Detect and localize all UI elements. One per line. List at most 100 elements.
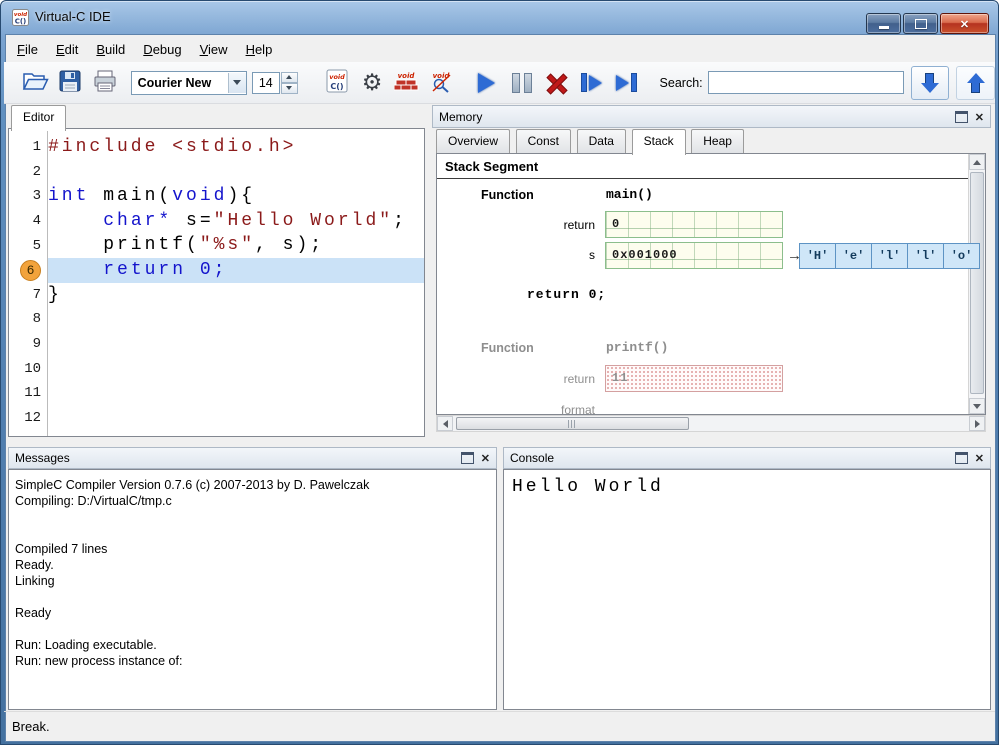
close-panel-icon[interactable] xyxy=(481,451,490,465)
message-line: Compiling: D:/VirtualC/tmp.c xyxy=(15,493,490,509)
titlebar[interactable]: voidC() Virtual-C IDE xyxy=(1,1,998,34)
gutter-line[interactable]: 7 xyxy=(9,283,47,308)
line-number: 12 xyxy=(24,410,41,426)
gutter-line[interactable]: 11 xyxy=(9,381,47,406)
editor-tab-row: Editor xyxy=(11,105,68,131)
editor-code[interactable]: #include <stdio.h> int main(void){ char* … xyxy=(48,129,424,436)
function-name-main: main() xyxy=(606,187,653,202)
gutter-line[interactable]: 1 xyxy=(9,135,47,160)
stack-segment-title: Stack Segment xyxy=(445,159,538,174)
menu-debug[interactable]: Debug xyxy=(134,38,190,61)
tab-const[interactable]: Const xyxy=(516,129,571,153)
float-panel-icon[interactable] xyxy=(461,452,474,464)
code-line[interactable] xyxy=(48,307,424,332)
memory-vertical-scrollbar[interactable] xyxy=(968,154,985,414)
step-over-button[interactable] xyxy=(609,66,644,100)
gutter-line[interactable]: 6 xyxy=(9,258,47,283)
close-panel-icon[interactable] xyxy=(975,110,984,124)
line-number: 3 xyxy=(33,188,41,204)
code-line[interactable]: int main(void){ xyxy=(48,184,424,209)
open-file-button[interactable] xyxy=(18,66,53,100)
console-panel-header[interactable]: Console xyxy=(503,447,991,469)
maximize-icon xyxy=(915,19,927,29)
console-output-area[interactable]: Hello World xyxy=(503,469,991,710)
check-syntax-button[interactable]: void xyxy=(424,66,459,100)
search-input[interactable] xyxy=(708,71,904,94)
gutter-line[interactable]: 8 xyxy=(9,307,47,332)
gutter-line[interactable]: 2 xyxy=(9,160,47,185)
vertical-scroll-thumb[interactable] xyxy=(970,172,984,394)
menu-help[interactable]: Help xyxy=(237,38,282,61)
memory-horizontal-scrollbar[interactable] xyxy=(436,415,986,432)
bar-play-icon xyxy=(581,73,602,92)
function-label: Function xyxy=(481,188,534,202)
code-line[interactable] xyxy=(48,406,424,431)
combo-dropdown-icon[interactable] xyxy=(228,73,246,93)
app-logo-icon: voidC() xyxy=(12,9,29,26)
close-button[interactable] xyxy=(940,13,989,34)
build-settings-button[interactable] xyxy=(355,66,390,100)
editor-gutter[interactable]: 123456789101112 xyxy=(9,129,48,436)
code-editor[interactable]: 123456789101112 #include <stdio.h>int ma… xyxy=(8,128,425,437)
code-token: , s); xyxy=(255,235,324,255)
print-button[interactable] xyxy=(88,66,123,100)
line-number: 1 xyxy=(33,139,41,155)
code-line[interactable] xyxy=(48,332,424,357)
gutter-line[interactable]: 10 xyxy=(9,356,47,381)
float-panel-icon[interactable] xyxy=(955,452,968,464)
run-button[interactable] xyxy=(469,66,504,100)
tab-heap[interactable]: Heap xyxy=(691,129,744,153)
gutter-line[interactable]: 3 xyxy=(9,184,47,209)
font-family-combo[interactable]: Courier New xyxy=(131,71,247,95)
float-panel-icon[interactable] xyxy=(955,111,968,123)
font-size-spinner[interactable]: 14 xyxy=(252,72,298,94)
minimize-button[interactable] xyxy=(866,13,901,34)
maximize-button[interactable] xyxy=(903,13,938,34)
console-output: Hello World xyxy=(512,477,664,497)
search-up-button[interactable] xyxy=(956,66,995,100)
font-size-up-icon[interactable] xyxy=(281,72,298,83)
scroll-left-icon[interactable] xyxy=(437,416,453,431)
step-button[interactable] xyxy=(574,66,609,100)
code-line[interactable]: printf("%s", s); xyxy=(48,233,424,258)
code-line[interactable]: char* s="Hello World"; xyxy=(48,209,424,234)
compile-button[interactable]: voidC() xyxy=(320,66,355,100)
messages-output[interactable]: SimpleC Compiler Version 0.7.6 (c) 2007-… xyxy=(8,469,497,710)
code-line[interactable]: return 0; xyxy=(48,258,424,283)
save-file-button[interactable] xyxy=(53,66,88,100)
code-line[interactable] xyxy=(48,160,424,185)
memory-cell: 'o' xyxy=(943,243,980,269)
menu-build[interactable]: Build xyxy=(87,38,134,61)
gutter-line[interactable]: 4 xyxy=(9,209,47,234)
menu-view[interactable]: View xyxy=(191,38,237,61)
code-line[interactable]: } xyxy=(48,283,424,308)
search-down-button[interactable] xyxy=(911,66,950,100)
tab-stack[interactable]: Stack xyxy=(632,129,686,155)
memory-panel-header[interactable]: Memory xyxy=(432,105,991,128)
code-line[interactable] xyxy=(48,381,424,406)
svg-text:C(): C() xyxy=(331,82,344,91)
code-token: return 0; xyxy=(103,260,227,280)
gutter-line[interactable]: 9 xyxy=(9,332,47,357)
stack-view: Stack Segment Function main() return 0 s… xyxy=(436,153,986,415)
scroll-up-icon[interactable] xyxy=(969,154,985,170)
scroll-down-icon[interactable] xyxy=(969,398,985,414)
tab-editor[interactable]: Editor xyxy=(11,105,66,131)
line-number: 10 xyxy=(24,361,41,377)
pause-button[interactable] xyxy=(504,66,539,100)
tab-data[interactable]: Data xyxy=(577,129,626,153)
menu-edit[interactable]: Edit xyxy=(47,38,87,61)
tab-overview[interactable]: Overview xyxy=(436,129,510,153)
code-line[interactable]: #include <stdio.h> xyxy=(48,135,424,160)
font-size-down-icon[interactable] xyxy=(281,83,298,94)
messages-panel-header[interactable]: Messages xyxy=(8,447,497,469)
code-line[interactable] xyxy=(48,356,424,381)
gutter-line[interactable]: 5 xyxy=(9,233,47,258)
gutter-line[interactable]: 12 xyxy=(9,406,47,431)
stop-button[interactable] xyxy=(539,66,574,100)
menu-file[interactable]: File xyxy=(8,38,47,61)
close-panel-icon[interactable] xyxy=(975,451,984,465)
build-all-button[interactable]: void xyxy=(390,66,425,100)
horizontal-scroll-thumb[interactable] xyxy=(456,417,689,430)
scroll-right-icon[interactable] xyxy=(969,416,985,431)
